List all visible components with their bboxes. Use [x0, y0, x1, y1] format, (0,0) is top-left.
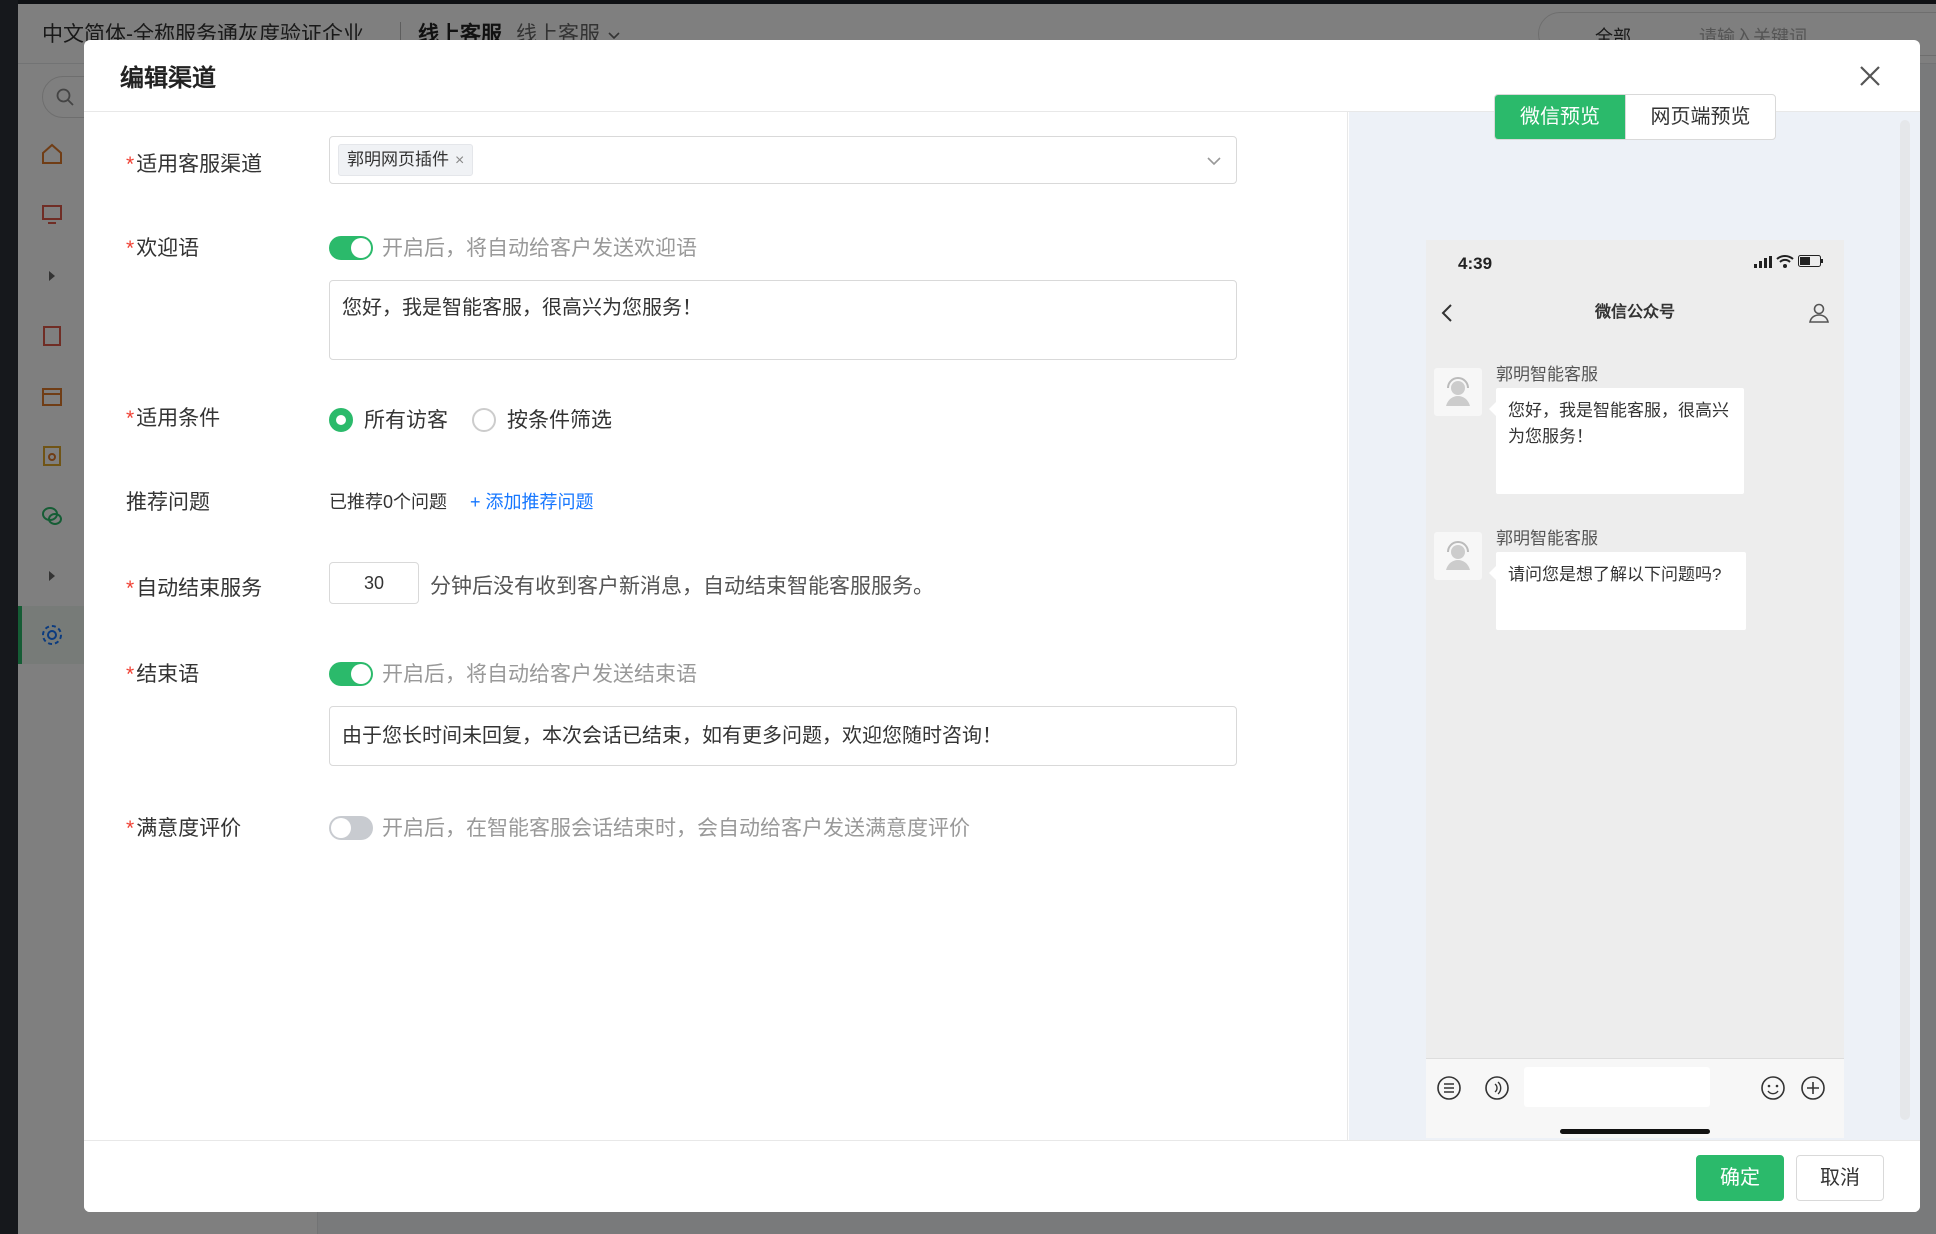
recommend-label: 推荐问题	[126, 491, 210, 514]
radio-filter-conditions[interactable]	[472, 408, 496, 432]
welcome-label-text: 欢迎语	[136, 237, 200, 260]
radio-filter-conditions-label[interactable]: 按条件筛选	[507, 404, 612, 434]
home-indicator	[1560, 1129, 1710, 1134]
ending-label: *结束语	[126, 658, 199, 688]
phone-nav-title: 微信公众号	[1594, 304, 1675, 321]
ending-text: 由于您长时间未回复，本次会话已结束，如有更多问题，欢迎您随时咨询！	[342, 725, 1002, 747]
cancel-button[interactable]: 取消	[1796, 1155, 1884, 1201]
phone-nav: 微信公众号	[1426, 290, 1844, 334]
channel-label-text: 适用客服渠道	[136, 153, 263, 176]
phone-message-input[interactable]	[1524, 1067, 1710, 1107]
channel-tag-label: 郭明网页插件	[347, 150, 449, 169]
preview-scrollbar[interactable]	[1900, 120, 1910, 1120]
voice-icon[interactable]	[1484, 1075, 1510, 1101]
channel-select[interactable]: 郭明网页插件 ×	[329, 136, 1237, 184]
satisfaction-hint: 开启后，在智能客服会话结束时，会自动给客户发送满意度评价	[382, 817, 970, 840]
message-sender: 郭明智能客服	[1496, 365, 1598, 384]
switch-knob	[331, 818, 351, 838]
welcome-hint: 开启后，将自动给客户发送欢迎语	[382, 237, 697, 260]
bot-avatar	[1434, 368, 1482, 416]
emoji-icon[interactable]	[1760, 1075, 1786, 1101]
channel-label: *适用客服渠道	[126, 148, 262, 178]
bot-avatar-icon	[1442, 540, 1474, 572]
chevron-down-icon[interactable]	[1204, 151, 1224, 171]
modal-footer: 确定 取消	[84, 1140, 1920, 1212]
auto-end-suffix: 分钟后没有收到客户新消息，自动结束智能客服服务。	[430, 575, 934, 598]
phone-input-bar	[1426, 1058, 1844, 1138]
preview-toggle: 微信预览 网页端预览	[1494, 94, 1776, 140]
tag-remove-icon[interactable]: ×	[455, 146, 464, 176]
battery-icon	[1798, 255, 1824, 267]
ending-switch[interactable]	[329, 662, 373, 686]
satisfaction-label: *满意度评价	[126, 812, 241, 842]
required-mark: *	[126, 407, 135, 430]
recommend-count: 已推荐0个问题	[329, 492, 448, 512]
auto-end-label: *自动结束服务	[126, 572, 262, 602]
welcome-switch[interactable]	[329, 236, 373, 260]
close-icon[interactable]	[1854, 60, 1886, 92]
welcome-label: *欢迎语	[126, 232, 199, 262]
welcome-textarea[interactable]: 您好，我是智能客服，很高兴为您服务！	[329, 280, 1237, 360]
required-mark: *	[126, 577, 135, 600]
wifi-icon	[1776, 254, 1794, 268]
required-mark: *	[126, 153, 135, 176]
welcome-text: 您好，我是智能客服，很高兴为您服务！	[342, 297, 702, 319]
phone-time: 4:39	[1458, 254, 1493, 273]
bot-avatar-icon	[1442, 376, 1474, 408]
channel-form: *适用客服渠道 郭明网页插件 × *欢迎语 开启后，将自动给客户发送欢迎语 您好，…	[84, 112, 1348, 1140]
message-sender: 郭明智能客服	[1496, 529, 1598, 548]
user-icon[interactable]	[1808, 302, 1830, 324]
switch-knob	[351, 664, 371, 684]
satisfaction-label-text: 满意度评价	[136, 817, 242, 840]
required-mark: *	[126, 663, 135, 686]
required-mark: *	[126, 237, 135, 260]
message-bubble: 请问您是想了解以下问题吗?	[1489, 552, 1746, 630]
signal-icon	[1754, 256, 1772, 268]
radio-all-visitors-label[interactable]: 所有访客	[364, 404, 448, 434]
switch-knob	[351, 238, 371, 258]
phone-preview: 4:39 微信公众号 郭明智能客服 您好，我是智能客服，很高兴为您服务！ 郭明智…	[1426, 240, 1844, 1138]
modal-title: 编辑渠道	[120, 65, 216, 92]
phone-status-bar: 4:39	[1426, 240, 1844, 290]
conditions-label: *适用条件	[126, 402, 220, 432]
plus-icon[interactable]	[1800, 1075, 1826, 1101]
ending-hint: 开启后，将自动给客户发送结束语	[382, 663, 697, 686]
menu-icon[interactable]	[1436, 1075, 1462, 1101]
tab-wechat-preview[interactable]: 微信预览	[1495, 95, 1625, 139]
add-recommend-link[interactable]: + 添加推荐问题	[470, 488, 594, 514]
required-mark: *	[126, 817, 135, 840]
conditions-label-text: 适用条件	[136, 407, 221, 430]
confirm-button[interactable]: 确定	[1696, 1155, 1784, 1201]
auto-end-label-text: 自动结束服务	[136, 577, 263, 600]
ending-textarea[interactable]: 由于您长时间未回复，本次会话已结束，如有更多问题，欢迎您随时咨询！	[329, 706, 1237, 766]
auto-end-minutes-input[interactable]: 30	[329, 562, 419, 604]
message-bubble: 您好，我是智能客服，很高兴为您服务！	[1489, 388, 1744, 494]
satisfaction-switch[interactable]	[329, 816, 373, 840]
channel-tag: 郭明网页插件 ×	[338, 144, 474, 176]
radio-all-visitors[interactable]	[329, 408, 353, 432]
bot-avatar	[1434, 532, 1482, 580]
ending-label-text: 结束语	[136, 663, 200, 686]
tab-web-preview[interactable]: 网页端预览	[1625, 95, 1775, 139]
